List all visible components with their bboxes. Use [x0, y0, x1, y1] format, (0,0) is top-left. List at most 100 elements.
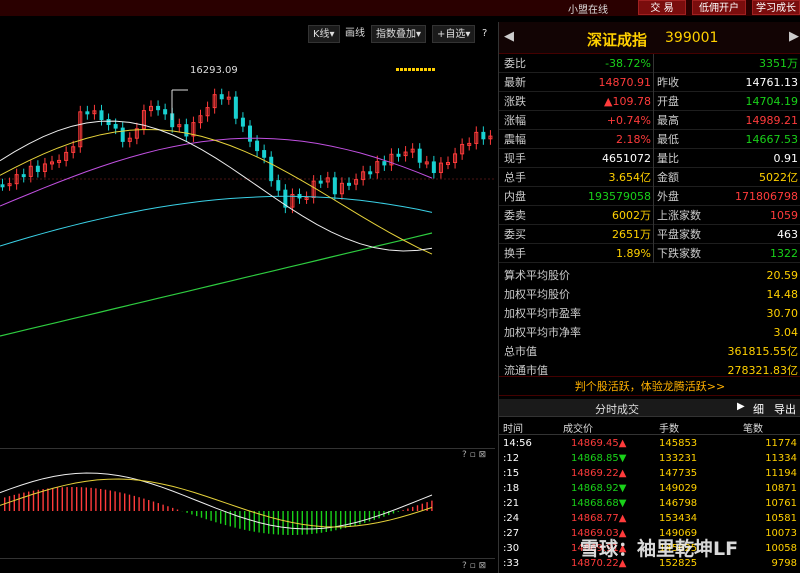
quote-row: 总手 3.654亿 金额 5022亿: [499, 168, 800, 187]
macd-bar: [368, 511, 371, 522]
candle-body: [85, 111, 90, 115]
macd-plot: [0, 472, 433, 535]
macd-bar: [402, 510, 404, 511]
macd-bar: [143, 498, 145, 511]
quote-value: 14989.21: [745, 114, 799, 127]
play-icon[interactable]: ▶: [737, 401, 745, 412]
tick-row: :12 14868.85▼ 133231 11334: [499, 451, 800, 467]
tick-count: 10058: [765, 543, 797, 554]
ticks-title: 分时成交: [595, 403, 639, 416]
tick-count: 10073: [765, 528, 797, 539]
quote-row: 涨跌 ▲109.78 开盘 14704.19: [499, 92, 800, 111]
detail-button[interactable]: 细: [753, 401, 764, 417]
index-overlay-dropdown[interactable]: 指数叠加▾: [371, 25, 427, 43]
learning-button[interactable]: 学习成长: [752, 0, 800, 15]
quote-label: 委买: [504, 228, 526, 241]
macd-bar: [234, 511, 236, 528]
quote-divider: [653, 54, 654, 263]
chart-toolbar: K线▾ 画线 指数叠加▾ +自选▾ ?: [0, 22, 495, 46]
quote-label: 最低: [657, 133, 679, 146]
quote-label: 金额: [657, 171, 679, 184]
quote-label: 最新: [504, 76, 526, 89]
next-arrow-icon[interactable]: ▶: [789, 29, 799, 44]
quote-row: 委买 2651万 平盘家数 463: [499, 225, 800, 244]
tick-count: 10761: [765, 498, 797, 509]
quote-row: 委比 -38.72% 3351万: [499, 54, 800, 73]
stat-value: 30.70: [766, 307, 799, 320]
export-button[interactable]: 导出: [774, 401, 796, 417]
quote-label: 内盘: [504, 190, 526, 203]
macd-bar: [220, 511, 222, 524]
tick-price: 14869.22▲: [571, 468, 627, 479]
draw-line-button[interactable]: 画线: [341, 25, 369, 43]
macd-bar: [248, 511, 251, 531]
quote-value: -38.72%: [605, 57, 651, 70]
stat-row: 总市值 361815.55亿: [499, 342, 800, 361]
candle-body: [0, 184, 5, 188]
macd-bar: [95, 488, 97, 511]
candle-body: [113, 124, 118, 129]
macd-bar: [172, 507, 174, 511]
top-bar: 小盟在线 交 易 低佣开户 学习成长: [0, 0, 800, 16]
macd-bar: [320, 511, 323, 533]
stat-row: 算术平均股价 20.59: [499, 266, 800, 285]
macd-bar: [268, 511, 270, 534]
macd-bar: [157, 503, 159, 511]
macd-bar: [421, 503, 423, 511]
kline-dropdown[interactable]: K线▾: [308, 25, 340, 43]
add-custom-dropdown[interactable]: +自选▾: [432, 25, 476, 43]
quote-label: 委比: [504, 57, 526, 70]
candle-body: [99, 110, 104, 121]
kline-chart-panel[interactable]: K线▾ 画线 指数叠加▾ +自选▾ ? 16293.09: [0, 22, 495, 446]
macd-panel[interactable]: ? ▫ ⊠: [0, 448, 495, 558]
prev-arrow-icon[interactable]: ◀: [504, 29, 514, 44]
macd-bar: [119, 492, 121, 511]
macd-bar: [210, 511, 212, 521]
candle-body: [368, 171, 373, 175]
macd-bar: [272, 511, 275, 535]
bottom-help-icons[interactable]: ? ▫ ⊠: [462, 561, 486, 571]
tick-row: 14:56 14869.45▲ 145853 11774: [499, 436, 800, 452]
tick-time: :21: [503, 498, 520, 509]
tick-time: :33: [503, 558, 520, 569]
tick-volume: 146798: [659, 498, 698, 509]
quote-label: 昨收: [657, 76, 679, 89]
quote-row: 涨幅 +0.74% 最高 14989.21: [499, 111, 800, 130]
quote-value: 6002万: [612, 209, 651, 222]
quote-row: 现手 4651072 量比 0.91: [499, 149, 800, 168]
macd-bar: [349, 511, 351, 527]
tick-price: 14868.85▼: [571, 453, 627, 464]
macd-bar: [167, 506, 169, 511]
quote-value: 14870.91: [598, 76, 652, 89]
quote-label: 总手: [504, 171, 526, 184]
quote-row: 委卖 6002万 上涨家数 1059: [499, 206, 800, 225]
candle-body: [233, 96, 238, 119]
macd-bar: [85, 487, 87, 511]
quote-label: 委卖: [504, 209, 526, 222]
macd-bar: [373, 511, 375, 520]
activity-promo-link[interactable]: 判个股活跃，体验龙腾活跃>>: [499, 376, 800, 396]
macd-bar: [128, 494, 131, 511]
trade-button[interactable]: 交 易: [638, 0, 686, 15]
help-icon[interactable]: ?: [480, 25, 489, 43]
quote-value: ▲109.78: [604, 95, 651, 108]
macd-bar: [325, 511, 327, 533]
col-time: 时间: [503, 424, 523, 435]
macd-help-icons[interactable]: ? ▫ ⊠: [462, 450, 486, 460]
macd-bar: [277, 511, 279, 535]
macd-bar: [90, 487, 92, 511]
macd-bar: [100, 488, 102, 511]
tick-row: :21 14868.68▼ 146798 10761: [499, 496, 800, 512]
macd-bar: [13, 494, 15, 511]
stat-value: 14.48: [766, 288, 799, 301]
open-account-button[interactable]: 低佣开户: [692, 0, 746, 15]
candle-body: [417, 148, 422, 163]
candle-body: [481, 131, 486, 140]
bottom-indicator-strip: ? ▫ ⊠: [0, 558, 495, 573]
macd-bar: [215, 511, 217, 523]
stat-label: 算术平均股价: [504, 269, 570, 282]
tick-volume: 145853: [659, 438, 698, 449]
macd-bar: [407, 508, 409, 511]
macd-bar: [224, 511, 227, 526]
macd-bar: [18, 493, 20, 511]
